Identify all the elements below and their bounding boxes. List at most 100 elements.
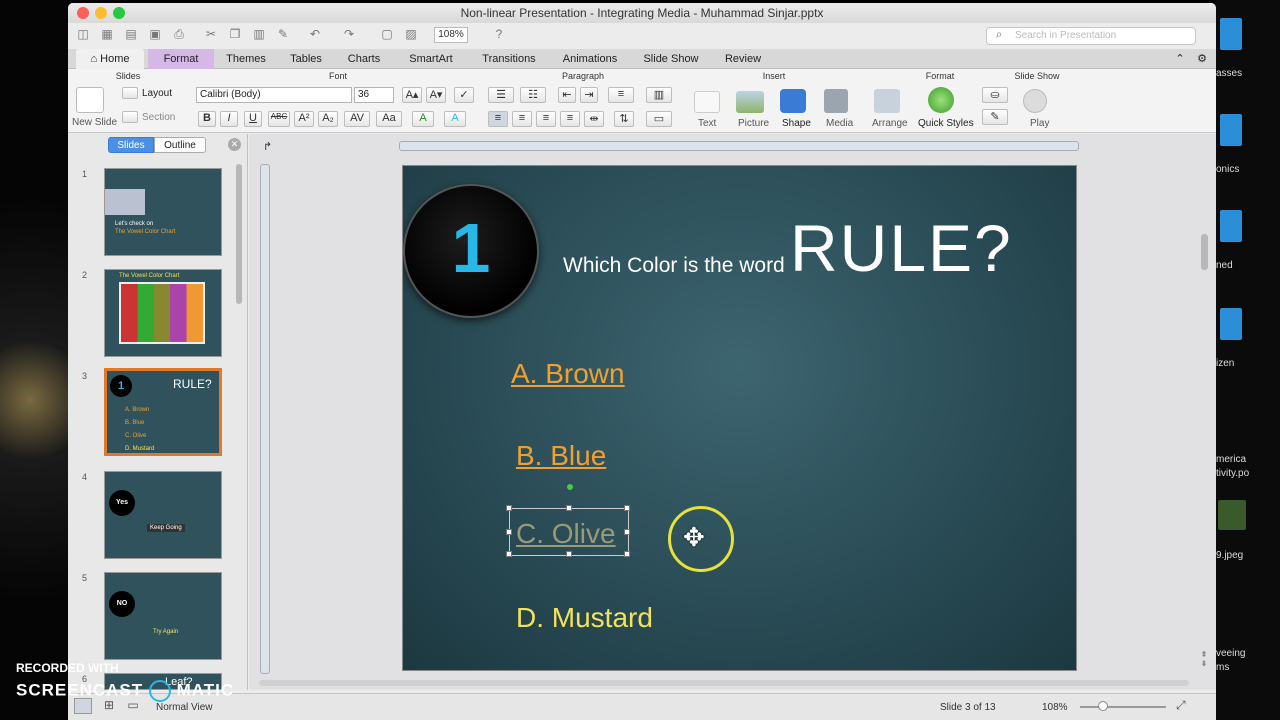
desktop-file-icon[interactable]: [1220, 114, 1242, 146]
shape-line-icon[interactable]: ✎: [982, 109, 1008, 125]
play-icon[interactable]: [1023, 89, 1047, 113]
quick-styles-icon[interactable]: [928, 87, 954, 113]
font-color-icon[interactable]: A: [412, 111, 434, 127]
clear-formatting-icon[interactable]: ✓: [454, 87, 474, 103]
help-icon[interactable]: ?: [490, 27, 508, 43]
resize-handle[interactable]: [506, 505, 512, 511]
horizontal-scrollbar[interactable]: [259, 680, 1189, 686]
line-spacing-icon[interactable]: ≡: [608, 87, 634, 103]
desktop-image-icon[interactable]: [1218, 500, 1246, 530]
open-icon[interactable]: ▤: [122, 27, 140, 43]
slide-canvas[interactable]: 1 Which Color is the word RULE? A. Brown…: [402, 165, 1077, 671]
tab-smartart[interactable]: SmartArt: [398, 49, 464, 69]
slide-thumbnail-2[interactable]: The Vowel Color Chart: [104, 269, 222, 357]
print-icon[interactable]: ⎙: [170, 27, 188, 43]
distributed-icon[interactable]: ⇹: [584, 111, 604, 127]
collapse-ribbon-icon[interactable]: ⌃: [1172, 49, 1188, 69]
insert-text-label[interactable]: Text: [698, 118, 716, 129]
panel-scrollbar[interactable]: [236, 164, 242, 304]
horizontal-ruler[interactable]: [399, 141, 1079, 151]
tab-themes[interactable]: Themes: [218, 49, 274, 69]
redo-icon[interactable]: ↷: [340, 27, 358, 43]
settings-gear-icon[interactable]: ⚙: [1190, 49, 1214, 69]
align-center-icon[interactable]: ≡: [512, 111, 532, 127]
new-slide-label[interactable]: New Slide: [72, 117, 117, 128]
toolbox-icon[interactable]: ▢: [378, 27, 396, 43]
new-slide-icon[interactable]: [76, 87, 104, 113]
answer-a-link[interactable]: A. Brown: [511, 358, 625, 390]
search-input[interactable]: Search in Presentation: [986, 27, 1196, 45]
format-painter-icon[interactable]: ✎: [274, 27, 292, 43]
paste-icon[interactable]: ▥: [250, 27, 268, 43]
question-text[interactable]: Which Color is the word: [563, 254, 785, 278]
align-left-icon[interactable]: ≡: [488, 111, 508, 127]
slide-thumbnail-4[interactable]: Yes Keep Going: [104, 471, 222, 559]
section-button[interactable]: Section: [142, 112, 175, 123]
zoom-field[interactable]: 108%: [434, 27, 468, 43]
justify-icon[interactable]: ≡: [560, 111, 580, 127]
copy-icon[interactable]: ❐: [226, 27, 244, 43]
desktop-file-icon[interactable]: [1220, 210, 1242, 242]
underline-icon[interactable]: U: [244, 111, 262, 127]
text-direction-icon[interactable]: ⇅: [614, 111, 634, 127]
rotate-handle[interactable]: [567, 484, 573, 490]
media-icon[interactable]: [824, 89, 848, 113]
tab-review[interactable]: Review: [716, 49, 770, 69]
tab-slide-show[interactable]: Slide Show: [634, 49, 708, 69]
zoom-slider[interactable]: [1080, 706, 1166, 708]
cut-icon[interactable]: ✂: [202, 27, 220, 43]
slide-thumbnail-1[interactable]: Let's check on The Vowel Color Chart: [104, 168, 222, 256]
font-size-field[interactable]: 36: [354, 87, 394, 103]
question-word[interactable]: RULE?: [790, 210, 1013, 286]
text-effects-icon[interactable]: A: [444, 111, 466, 127]
gallery-icon[interactable]: ▦: [98, 27, 116, 43]
increase-indent-icon[interactable]: ⇥: [580, 87, 598, 103]
change-case-icon[interactable]: Aa: [376, 111, 402, 127]
resize-handle[interactable]: [506, 551, 512, 557]
desktop-file-icon[interactable]: [1220, 18, 1242, 50]
outline-tab[interactable]: Outline: [154, 137, 206, 153]
layout-icon[interactable]: [122, 87, 138, 99]
arrange-icon[interactable]: [874, 89, 900, 113]
subscript-icon[interactable]: A₂: [318, 111, 338, 127]
align-text-icon[interactable]: ▭: [646, 111, 672, 127]
arrange-label[interactable]: Arrange: [872, 118, 908, 129]
undo-icon[interactable]: ↶: [306, 27, 324, 43]
bullets-icon[interactable]: ☰: [488, 87, 514, 103]
tab-home[interactable]: ⌂ Home: [76, 49, 144, 69]
shape-fill-icon[interactable]: ⛀: [982, 87, 1008, 103]
resize-handle[interactable]: [624, 551, 630, 557]
answer-c-link[interactable]: C. Olive: [516, 518, 616, 550]
decrease-font-icon[interactable]: A▾: [426, 87, 446, 103]
bold-icon[interactable]: B: [198, 111, 216, 127]
columns-icon[interactable]: ▥: [646, 87, 672, 103]
close-panel-icon[interactable]: ✕: [228, 138, 241, 151]
insert-shape-label[interactable]: Shape: [782, 118, 811, 129]
save-icon[interactable]: ▣: [146, 27, 164, 43]
section-icon[interactable]: [122, 111, 138, 123]
play-label[interactable]: Play: [1030, 118, 1049, 129]
tab-charts[interactable]: Charts: [338, 49, 390, 69]
new-presentation-icon[interactable]: ◫: [74, 27, 92, 43]
zoom-slider-knob[interactable]: [1098, 701, 1108, 711]
superscript-icon[interactable]: A²: [294, 111, 314, 127]
numbering-icon[interactable]: ☷: [520, 87, 546, 103]
resize-handle[interactable]: [566, 551, 572, 557]
decrease-indent-icon[interactable]: ⇤: [558, 87, 576, 103]
resize-handle[interactable]: [506, 529, 512, 535]
layout-button[interactable]: Layout: [142, 88, 172, 99]
slide-thumbnail-3[interactable]: 1 RULE? A. Brown B. Blue C. Olive D. Mus…: [104, 368, 222, 456]
text-box-icon[interactable]: [694, 91, 720, 113]
italic-icon[interactable]: I: [220, 111, 238, 127]
media-browser-icon[interactable]: ▨: [402, 27, 420, 43]
resize-handle[interactable]: [624, 505, 630, 511]
vertical-ruler[interactable]: [260, 164, 270, 674]
tab-tables[interactable]: Tables: [280, 49, 332, 69]
character-spacing-icon[interactable]: AV: [344, 111, 370, 127]
insert-media-label[interactable]: Media: [826, 118, 853, 129]
tab-format[interactable]: Format: [148, 49, 214, 69]
answer-d-text[interactable]: D. Mustard: [516, 602, 653, 634]
font-name-field[interactable]: Calibri (Body): [196, 87, 352, 103]
answer-b-link[interactable]: B. Blue: [516, 440, 606, 472]
align-right-icon[interactable]: ≡: [536, 111, 556, 127]
